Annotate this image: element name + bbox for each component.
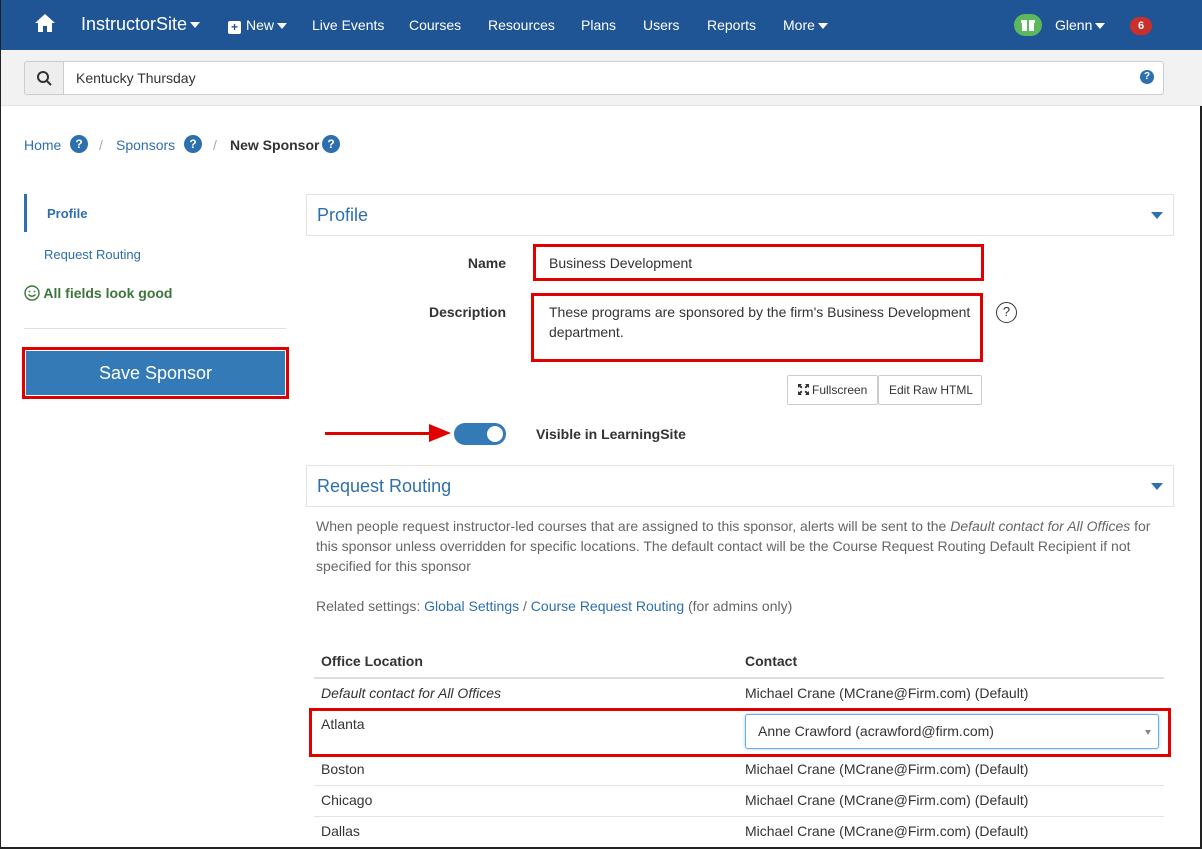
expand-icon (798, 384, 809, 395)
description-label: Description (428, 304, 506, 320)
table-row-contact: Michael Crane (MCrane@Firm.com) (Default… (745, 823, 1029, 839)
sidebar-active-indicator (24, 194, 27, 232)
profile-panel-title: Profile (317, 205, 369, 225)
gift-icon[interactable] (1014, 14, 1042, 36)
nav-live-events[interactable]: Live Events (312, 17, 384, 33)
nav-resources[interactable]: Resources (488, 17, 555, 33)
nav-more[interactable]: More (783, 17, 828, 33)
column-header-office: Office Location (321, 653, 423, 669)
atlanta-row-highlight (309, 708, 1171, 757)
chevron-down-icon (1151, 212, 1163, 219)
nav-reports[interactable]: Reports (707, 17, 756, 33)
search-input[interactable] (63, 61, 1164, 95)
profile-panel-header[interactable]: Profile (306, 194, 1174, 236)
row-divider (314, 816, 1164, 817)
description-field[interactable]: These programs are sponsored by the firm… (549, 302, 974, 342)
breadcrumb-separator: / (99, 137, 103, 153)
top-navbar: InstructorSite + New Live Events Courses … (1, 0, 1202, 50)
fullscreen-button[interactable]: Fullscreen (787, 375, 879, 405)
table-row-contact: Michael Crane (MCrane@Firm.com) (Default… (745, 792, 1029, 808)
course-request-routing-link[interactable]: Course Request Routing (531, 598, 684, 614)
sidebar-item-profile[interactable]: Profile (47, 206, 87, 221)
search-bar: ? (1, 50, 1202, 106)
search-button[interactable] (24, 61, 64, 95)
annotation-arrow (325, 432, 433, 435)
related-settings: Related settings: Global Settings / Cour… (316, 598, 792, 614)
home-icon[interactable] (34, 13, 56, 33)
routing-panel-title: Request Routing (317, 476, 452, 496)
user-name: Glenn (1055, 17, 1093, 33)
smile-icon (24, 285, 40, 301)
save-sponsor-button[interactable]: Save Sponsor (26, 351, 285, 395)
brand-label: InstructorSite (81, 14, 188, 34)
chevron-down-icon (1151, 483, 1163, 490)
routing-text-part: When people request instructor-led cours… (316, 518, 951, 534)
new-sponsor-help-icon[interactable]: ? (322, 135, 340, 153)
related-suffix: (for admins only) (684, 598, 793, 614)
nav-courses[interactable]: Courses (409, 17, 461, 33)
chevron-down-icon (277, 23, 288, 30)
chevron-down-icon (1095, 23, 1106, 30)
routing-description: When people request instructor-led cours… (316, 516, 1161, 576)
routing-text-italic: Default contact for All Offices (950, 518, 1131, 534)
search-icon (37, 71, 52, 86)
more-label: More (783, 17, 815, 33)
plus-icon: + (228, 21, 241, 34)
table-row-office: Dallas (321, 823, 360, 839)
fullscreen-label: Fullscreen (812, 383, 868, 397)
search-help-icon[interactable]: ? (1140, 70, 1154, 84)
nav-plans[interactable]: Plans (581, 17, 616, 33)
chevron-down-icon (817, 23, 828, 30)
notification-badge[interactable]: 6 (1130, 17, 1152, 35)
question-circle-icon[interactable]: ? (996, 302, 1017, 323)
routing-panel-header[interactable]: Request Routing (306, 465, 1174, 507)
brand-menu[interactable]: InstructorSite (81, 14, 201, 35)
chevron-down-icon (190, 22, 201, 29)
new-label: New (246, 17, 275, 33)
table-row-office: Boston (321, 761, 365, 777)
sponsors-help-icon[interactable]: ? (184, 135, 202, 153)
breadcrumb-separator: / (213, 137, 217, 153)
validation-status-text: All fields look good (43, 285, 173, 301)
user-menu[interactable]: Glenn (1055, 17, 1106, 33)
breadcrumb-sponsors[interactable]: Sponsors (116, 137, 175, 153)
related-separator: / (519, 598, 531, 614)
visible-toggle-label: Visible in LearningSite (536, 426, 686, 442)
visible-toggle[interactable] (454, 423, 506, 445)
name-label: Name (467, 255, 506, 271)
column-header-contact: Contact (745, 653, 798, 669)
table-row-office: Chicago (321, 792, 373, 808)
table-header-divider (314, 677, 1164, 679)
breadcrumb-home[interactable]: Home (24, 137, 61, 153)
table-row-contact: Michael Crane (MCrane@Firm.com) (Default… (745, 685, 1029, 701)
breadcrumb-current: New Sponsor (230, 137, 320, 153)
edit-raw-html-button[interactable]: Edit Raw HTML (878, 375, 982, 405)
name-field[interactable]: Business Development (549, 253, 692, 273)
home-help-icon[interactable]: ? (70, 135, 88, 153)
global-settings-link[interactable]: Global Settings (424, 598, 519, 614)
annotation-arrow-head (429, 424, 451, 442)
sidebar-divider (24, 328, 286, 329)
validation-status: All fields look good (24, 285, 173, 301)
gift-glyph (1021, 20, 1035, 31)
table-row-office: Default contact for All Offices (321, 685, 501, 701)
toggle-knob (487, 426, 503, 442)
nav-users[interactable]: Users (643, 17, 680, 33)
table-row-contact: Michael Crane (MCrane@Firm.com) (Default… (745, 761, 1029, 777)
new-menu[interactable]: + New (228, 17, 288, 34)
related-prefix: Related settings: (316, 598, 425, 614)
row-divider (314, 785, 1164, 786)
sidebar-item-request-routing[interactable]: Request Routing (44, 247, 141, 262)
